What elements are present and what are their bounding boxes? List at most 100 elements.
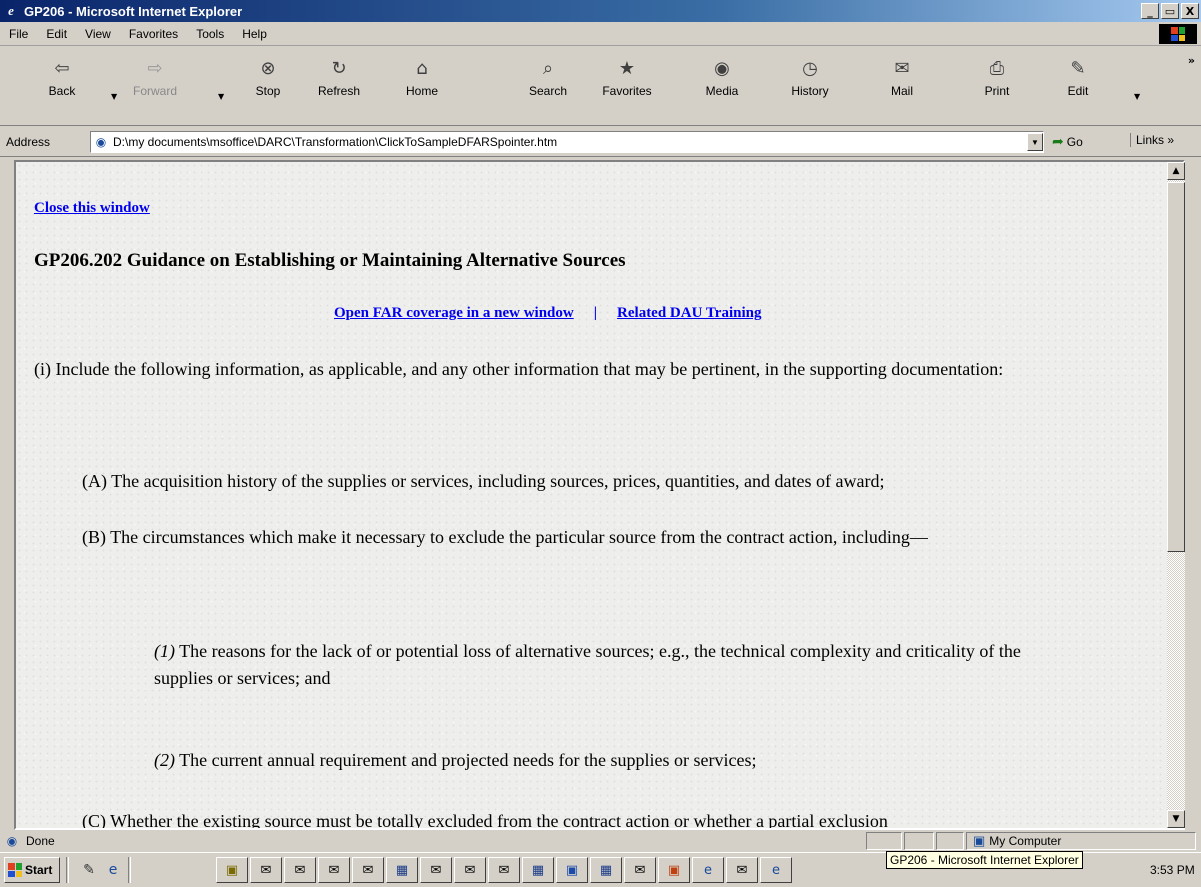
paragraph-2: (2) The current annual requirement and p… (154, 747, 1054, 774)
task-word-icon[interactable]: ▦ (386, 857, 418, 883)
open-far-link[interactable]: Open FAR coverage in a new window (334, 305, 574, 322)
task-word-icon[interactable]: ▦ (522, 857, 554, 883)
address-url: D:\my documents\msoffice\DARC\Transforma… (113, 135, 558, 149)
paragraph-c: (C) Whether the existing source must be … (82, 811, 888, 830)
history-button[interactable]: ◷ History (778, 46, 842, 126)
paragraph-b: (B) The circumstances which make it nece… (82, 527, 928, 547)
mail-button[interactable]: ✉ Mail (870, 46, 934, 126)
paragraph-1-text: The reasons for the lack of or potential… (154, 641, 1021, 688)
task-mail-icon[interactable]: ✉ (250, 857, 282, 883)
address-dropdown-button[interactable]: ▼ (1027, 133, 1043, 151)
paragraph-2-number: (2) (154, 750, 175, 770)
refresh-label: Refresh (317, 84, 361, 98)
refresh-icon: ↻ (331, 57, 347, 79)
status-bar: ◉ Done ▣ My Computer (0, 830, 1201, 852)
menu-view[interactable]: View (76, 27, 120, 41)
task-app-icon[interactable]: ▣ (556, 857, 588, 883)
task-mail-icon[interactable]: ✉ (726, 857, 758, 883)
stop-button[interactable]: ⊗ Stop (236, 46, 300, 126)
back-button[interactable]: ⇦ Back (30, 46, 94, 126)
taskbar-separator (128, 857, 131, 883)
address-input[interactable]: ◉ D:\my documents\msoffice\DARC\Transfor… (90, 131, 1044, 153)
status-text: Done (26, 834, 55, 848)
toolbar-chevron-icon[interactable]: » (1188, 54, 1195, 67)
address-bar: Address ◉ D:\my documents\msoffice\DARC\… (0, 127, 1201, 157)
scroll-down-button[interactable]: ▼ (1167, 810, 1185, 828)
task-mail-icon[interactable]: ✉ (352, 857, 384, 883)
close-window-link[interactable]: Close this window (34, 200, 150, 217)
task-mail-icon[interactable]: ✉ (318, 857, 350, 883)
status-cell (936, 832, 964, 850)
status-cell (866, 832, 902, 850)
page-viewport[interactable]: Close this window GP206.202 Guidance on … (14, 160, 1185, 830)
go-button[interactable]: ➦ Go (1052, 133, 1083, 150)
forward-dropdown-icon[interactable]: ▼ (218, 92, 224, 101)
menu-bar: File Edit View Favorites Tools Help (0, 22, 1201, 46)
close-button[interactable]: X (1181, 3, 1199, 19)
menu-tools[interactable]: Tools (187, 27, 233, 41)
media-label: Media (705, 84, 739, 98)
page-status-icon: ◉ (6, 834, 18, 848)
task-powerpoint-icon[interactable]: ▣ (658, 857, 690, 883)
history-icon: ◷ (802, 57, 818, 79)
task-ie-icon[interactable]: e (692, 857, 724, 883)
favorites-label: Favorites (602, 84, 652, 98)
back-dropdown-icon[interactable]: ▼ (111, 92, 117, 101)
edit-button[interactable]: ✎ Edit (1046, 46, 1110, 126)
scroll-up-button[interactable]: ▲ (1167, 162, 1185, 180)
task-mail-icon[interactable]: ✉ (454, 857, 486, 883)
zone-label: My Computer (989, 834, 1062, 848)
media-icon: ◉ (714, 57, 730, 79)
task-app-icon[interactable]: ▣ (216, 857, 248, 883)
menu-favorites[interactable]: Favorites (120, 27, 187, 41)
home-button[interactable]: ⌂ Home (390, 46, 454, 126)
paragraph-1-number: (1) (154, 641, 175, 661)
go-arrow-icon: ➦ (1052, 133, 1064, 149)
ie-logo-icon: e (8, 3, 14, 18)
edit-dropdown-icon[interactable]: ▼ (1134, 92, 1140, 101)
task-mail-icon[interactable]: ✉ (488, 857, 520, 883)
task-mail-icon[interactable]: ✉ (284, 857, 316, 883)
dau-training-link[interactable]: Related DAU Training (617, 305, 761, 322)
history-label: History (791, 84, 829, 98)
paragraph-1: (1) The reasons for the lack of or poten… (154, 638, 1074, 692)
title-bar[interactable]: e GP206 - Microsoft Internet Explorer _ … (0, 0, 1201, 22)
menu-edit[interactable]: Edit (37, 27, 76, 41)
favorites-button[interactable]: ★ Favorites (595, 46, 659, 126)
show-desktop-icon[interactable]: ✎ (80, 861, 98, 879)
go-label: Go (1066, 134, 1083, 149)
media-button[interactable]: ◉ Media (690, 46, 754, 126)
task-mail-icon[interactable]: ✉ (420, 857, 452, 883)
restore-button[interactable]: ▭ (1161, 3, 1179, 19)
print-button[interactable]: ⎙ Print (965, 46, 1029, 126)
back-arrow-icon: ⇦ (54, 57, 70, 79)
mail-label: Mail (890, 84, 913, 98)
search-icon: ⌕ (542, 57, 554, 79)
task-mail-icon[interactable]: ✉ (624, 857, 656, 883)
scroll-thumb[interactable] (1167, 182, 1185, 552)
refresh-button[interactable]: ↻ Refresh (307, 46, 371, 126)
minimize-button[interactable]: _ (1141, 3, 1159, 19)
home-icon: ⌂ (416, 57, 428, 79)
links-button[interactable]: Links » (1130, 133, 1174, 147)
security-zone: ▣ My Computer (966, 832, 1196, 850)
my-computer-icon: ▣ (973, 833, 986, 848)
task-ie-icon[interactable]: e (760, 857, 792, 883)
task-word-icon[interactable]: ▦ (590, 857, 622, 883)
menu-help[interactable]: Help (233, 27, 276, 41)
clock[interactable]: 3:53 PM (1150, 863, 1195, 877)
ie-quicklaunch-icon[interactable]: e (104, 861, 122, 879)
forward-label: Forward (132, 84, 177, 98)
search-label: Search (528, 84, 568, 98)
home-label: Home (405, 84, 438, 98)
link-separator: | (593, 305, 598, 321)
start-button[interactable]: Start (4, 857, 60, 883)
menu-file[interactable]: File (0, 27, 37, 41)
forward-button[interactable]: ⇨ Forward (123, 46, 187, 126)
windows-flag-icon (8, 863, 22, 877)
vertical-scrollbar[interactable]: ▲ ▼ (1167, 162, 1185, 828)
stop-label: Stop (255, 84, 281, 98)
standard-toolbar: ⇦ Back ▼ ⇨ Forward ▼ ⊗ Stop ↻ Refresh ⌂ … (0, 46, 1201, 126)
paragraph-i: (i) Include the following information, a… (34, 359, 1004, 379)
search-button[interactable]: ⌕ Search (516, 46, 580, 126)
